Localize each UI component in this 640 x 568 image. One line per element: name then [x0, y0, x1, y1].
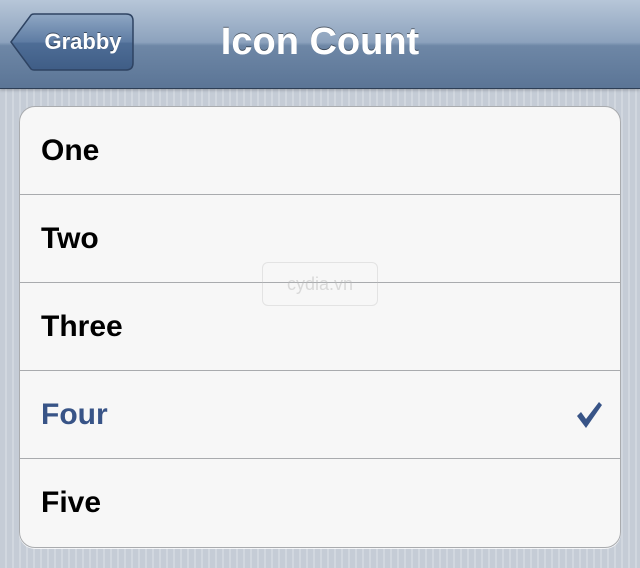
list-item-two[interactable]: Two: [20, 195, 620, 283]
list-item-label: Three: [41, 310, 123, 343]
list-item-one[interactable]: One: [20, 107, 620, 195]
list-item-five[interactable]: Five: [20, 459, 620, 547]
list-item-four[interactable]: Four: [20, 371, 620, 459]
navigation-bar: Grabby Icon Count: [0, 0, 640, 89]
back-button[interactable]: Grabby: [10, 13, 134, 71]
back-button-label: Grabby: [44, 29, 122, 54]
checkmark-icon: [577, 402, 602, 428]
list-item-label: Five: [41, 486, 102, 519]
page-title: Icon Count: [220, 21, 420, 63]
list-item-label: Four: [41, 398, 108, 431]
list-item-three[interactable]: Three: [20, 283, 620, 371]
options-list: One Two Three Four Five: [19, 106, 621, 548]
list-item-label: One: [41, 134, 100, 167]
list-item-label: Two: [41, 222, 99, 255]
